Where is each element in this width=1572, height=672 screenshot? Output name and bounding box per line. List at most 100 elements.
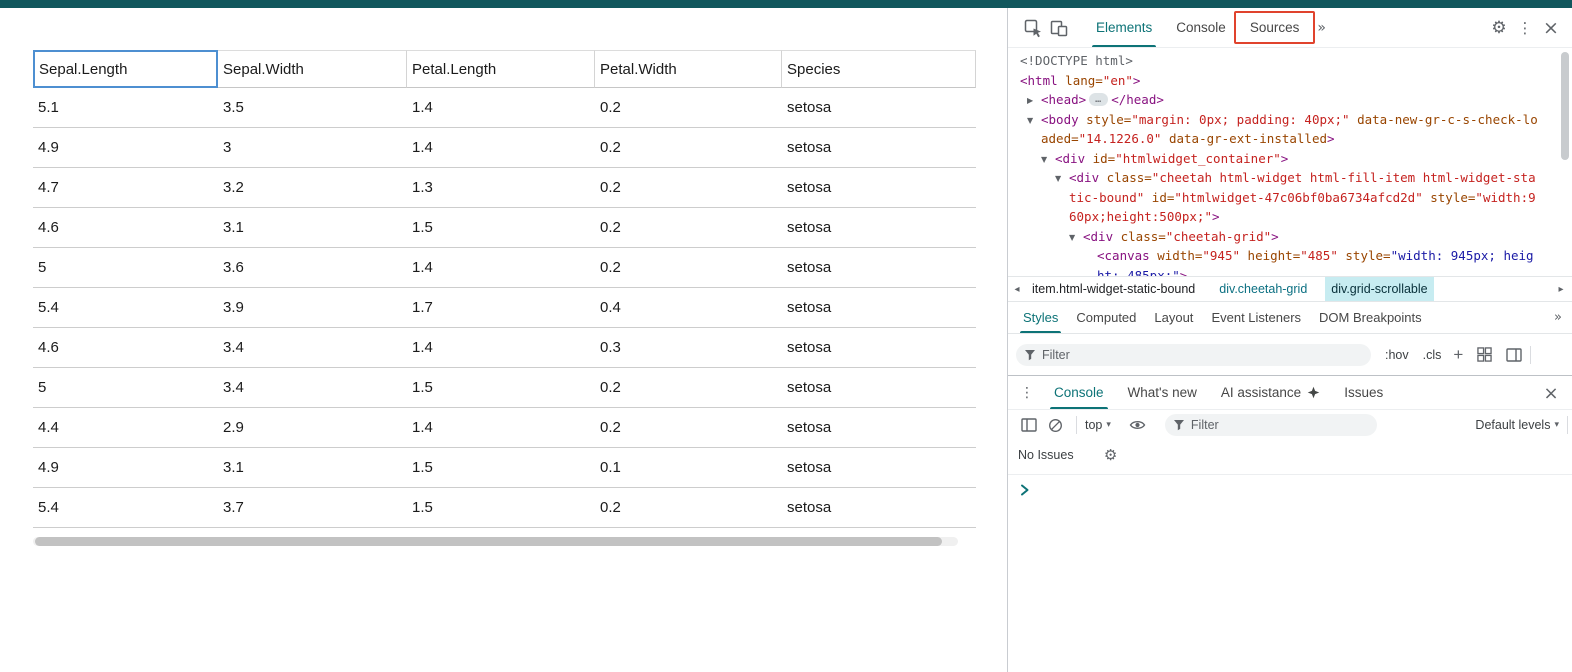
styles-tab-dom-breakpoints[interactable]: DOM Breakpoints: [1310, 302, 1431, 333]
tab-elements[interactable]: Elements: [1084, 8, 1164, 47]
table-cell[interactable]: 1.5: [407, 208, 595, 247]
table-cell[interactable]: 1.4: [407, 408, 595, 447]
column-header-petal-length[interactable]: Petal.Length: [407, 50, 595, 88]
console-filter-field[interactable]: [1191, 418, 1377, 432]
more-menu-icon[interactable]: ⋮: [1512, 15, 1538, 41]
table-cell[interactable]: setosa: [782, 408, 976, 447]
table-row[interactable]: 53.61.40.2setosa: [33, 248, 976, 288]
tab-console[interactable]: Console: [1164, 8, 1238, 47]
table-cell[interactable]: 1.4: [407, 328, 595, 367]
table-cell[interactable]: setosa: [782, 208, 976, 247]
table-cell[interactable]: 0.2: [595, 88, 782, 127]
table-cell[interactable]: setosa: [782, 168, 976, 207]
table-cell[interactable]: 1.5: [407, 488, 595, 527]
table-cell[interactable]: 0.2: [595, 488, 782, 527]
table-cell[interactable]: 3.4: [218, 368, 407, 407]
table-row[interactable]: 5.43.91.70.4setosa: [33, 288, 976, 328]
drawer-tab-what-s-new[interactable]: What's new: [1116, 376, 1209, 409]
console-settings-gear-icon[interactable]: ⚙: [1098, 442, 1124, 468]
table-cell[interactable]: 5.1: [33, 88, 218, 127]
table-row[interactable]: 5.43.71.50.2setosa: [33, 488, 976, 528]
table-cell[interactable]: setosa: [782, 288, 976, 327]
table-cell[interactable]: setosa: [782, 368, 976, 407]
table-cell[interactable]: 5: [33, 368, 218, 407]
table-cell[interactable]: 2.9: [218, 408, 407, 447]
console-context-selector[interactable]: top▾: [1085, 418, 1111, 432]
crumb-scroll-left-icon[interactable]: ◂: [1008, 277, 1026, 301]
table-row[interactable]: 53.41.50.2setosa: [33, 368, 976, 408]
table-cell[interactable]: setosa: [782, 328, 976, 367]
styles-tab-computed[interactable]: Computed: [1067, 302, 1145, 333]
dom-tree-node[interactable]: <!DOCTYPE html>: [1008, 51, 1541, 71]
table-horizontal-scrollbar-thumb[interactable]: [35, 537, 942, 546]
expand-arrow-open-icon[interactable]: ▼: [1069, 228, 1075, 248]
table-row[interactable]: 4.93.11.50.1setosa: [33, 448, 976, 488]
drawer-more-menu-icon[interactable]: ⋮: [1014, 380, 1040, 406]
table-cell[interactable]: 0.4: [595, 288, 782, 327]
table-cell[interactable]: setosa: [782, 128, 976, 167]
styles-tab-layout[interactable]: Layout: [1145, 302, 1202, 333]
table-row[interactable]: 4.63.11.50.2setosa: [33, 208, 976, 248]
expand-arrow-open-icon[interactable]: ▼: [1055, 169, 1061, 189]
elements-vertical-scrollbar[interactable]: [1559, 48, 1572, 276]
toggle-hover-state-button[interactable]: :hov: [1385, 348, 1409, 362]
table-cell[interactable]: 3.1: [218, 208, 407, 247]
table-cell[interactable]: setosa: [782, 248, 976, 287]
table-row[interactable]: 5.13.51.40.2setosa: [33, 88, 976, 128]
table-cell[interactable]: 3.5: [218, 88, 407, 127]
console-filter-input[interactable]: [1165, 414, 1377, 436]
table-cell[interactable]: 3.4: [218, 328, 407, 367]
table-row[interactable]: 4.42.91.40.2setosa: [33, 408, 976, 448]
issues-status[interactable]: No Issues: [1018, 448, 1074, 462]
table-cell[interactable]: 3.6: [218, 248, 407, 287]
drawer-tab-ai-assistance[interactable]: AI assistance: [1209, 376, 1332, 409]
expand-arrow-closed-icon[interactable]: ▶: [1027, 91, 1033, 111]
dom-tree-node[interactable]: ▼<div class="cheetah-grid">: [1008, 227, 1541, 247]
table-row[interactable]: 4.73.21.30.2setosa: [33, 168, 976, 208]
breadcrumb-div-cheetah-grid[interactable]: div.cheetah-grid: [1213, 277, 1313, 301]
element-states-icon[interactable]: [1477, 347, 1492, 362]
dom-tree-node[interactable]: <canvas width="945" height="485" style="…: [1008, 246, 1541, 276]
dom-tree-node[interactable]: ▼<body style="margin: 0px; padding: 40px…: [1008, 110, 1541, 149]
more-tabs-icon[interactable]: »: [1311, 20, 1332, 36]
column-header-petal-width[interactable]: Petal.Width: [595, 50, 782, 88]
table-cell[interactable]: setosa: [782, 488, 976, 527]
device-toolbar-icon[interactable]: [1046, 15, 1072, 41]
inspect-icon[interactable]: [1020, 15, 1046, 41]
table-cell[interactable]: 0.2: [595, 208, 782, 247]
table-cell[interactable]: 3.9: [218, 288, 407, 327]
table-cell[interactable]: 5.4: [33, 488, 218, 527]
table-cell[interactable]: 1.4: [407, 88, 595, 127]
styles-filter-field[interactable]: [1042, 348, 1371, 362]
dom-tree-node[interactable]: <html lang="en">: [1008, 71, 1541, 91]
table-row[interactable]: 4.63.41.40.3setosa: [33, 328, 976, 368]
table-cell[interactable]: 3.1: [218, 448, 407, 487]
expand-arrow-open-icon[interactable]: ▼: [1027, 111, 1033, 131]
column-header-sepal-length[interactable]: Sepal.Length: [33, 50, 218, 88]
expand-arrow-open-icon[interactable]: ▼: [1041, 150, 1047, 170]
computed-sidebar-icon[interactable]: [1506, 348, 1522, 362]
console-prompt-chevron[interactable]: [1020, 484, 1030, 499]
crumb-scroll-right-icon[interactable]: ▸: [1552, 277, 1570, 301]
collapsed-content-badge[interactable]: …: [1089, 93, 1108, 106]
breadcrumb-div-grid-scrollable[interactable]: div.grid-scrollable: [1325, 277, 1433, 301]
table-horizontal-scrollbar[interactable]: [33, 537, 958, 546]
console-sidebar-icon[interactable]: [1016, 412, 1042, 438]
styles-more-tabs-icon[interactable]: »: [1554, 310, 1562, 325]
settings-gear-icon[interactable]: ⚙: [1486, 15, 1512, 41]
drawer-tab-console[interactable]: Console: [1042, 376, 1116, 409]
drawer-tab-issues[interactable]: Issues: [1332, 376, 1395, 409]
table-cell[interactable]: 3: [218, 128, 407, 167]
dom-tree-node[interactable]: ▼<div id="htmlwidget_container">: [1008, 149, 1541, 169]
table-cell[interactable]: 4.6: [33, 328, 218, 367]
column-header-sepal-width[interactable]: Sepal.Width: [218, 50, 407, 88]
table-cell[interactable]: 1.5: [407, 448, 595, 487]
table-cell[interactable]: 5: [33, 248, 218, 287]
table-cell[interactable]: 4.9: [33, 128, 218, 167]
dom-tree-node[interactable]: ▼<div class="cheetah html-widget html-fi…: [1008, 168, 1541, 227]
table-cell[interactable]: 0.3: [595, 328, 782, 367]
table-cell[interactable]: 4.4: [33, 408, 218, 447]
toggle-class-button[interactable]: .cls: [1423, 348, 1442, 362]
table-cell[interactable]: 0.1: [595, 448, 782, 487]
table-cell[interactable]: 3.7: [218, 488, 407, 527]
